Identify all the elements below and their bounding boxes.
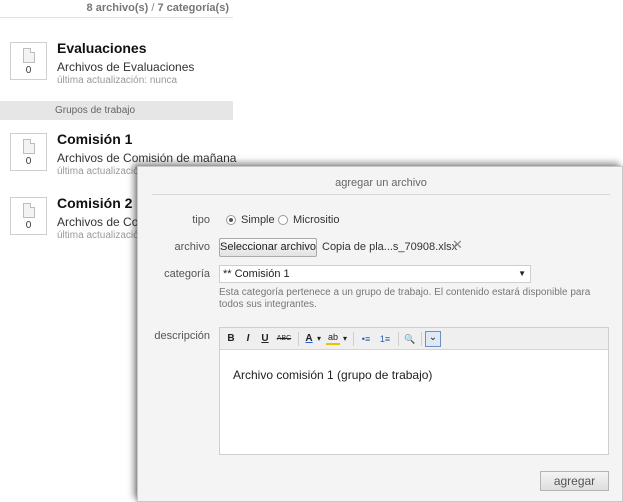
category-description: Archivos de Com (57, 215, 149, 229)
document-icon: 0 (10, 133, 47, 171)
file-count: 8 archivo(s) (86, 2, 149, 14)
chevron-down-icon: ▼ (518, 269, 526, 278)
category-title[interactable]: Evaluaciones (57, 40, 147, 56)
font-color-dropdown-icon[interactable]: ▾ (315, 331, 323, 347)
preview-icon[interactable]: 🔍 (402, 331, 418, 347)
collapse-toolbar-button[interactable]: ⌄ (425, 331, 441, 347)
toolbar-separator (398, 332, 399, 346)
toolbar-separator (421, 332, 422, 346)
tipo-label: tipo (192, 214, 210, 226)
category-description: Archivos de Comisión de mañana (57, 151, 237, 165)
categoria-label: categoría (164, 268, 210, 280)
category-file-count: 0 (25, 156, 32, 167)
bullet-list-button[interactable]: •≡ (358, 331, 374, 347)
archivo-label: archivo (174, 241, 210, 253)
category-last-update: última actualizació (57, 166, 139, 177)
select-file-button[interactable]: Seleccionar archivo (219, 238, 317, 257)
descripcion-label: descripción (154, 330, 210, 342)
category-description: Archivos de Evaluaciones (57, 60, 195, 74)
tipo-radio-micrositio[interactable] (278, 215, 288, 225)
file-icon (23, 139, 35, 154)
group-header: Grupos de trabajo (0, 101, 233, 120)
toolbar-separator (353, 332, 354, 346)
numbered-list-button[interactable]: 1≡ (377, 331, 393, 347)
category-count: 7 categoría(s) (157, 2, 229, 14)
category-title[interactable]: Comisión 2 (57, 195, 132, 211)
category-last-update: última actualizació (57, 230, 139, 241)
toolbar-separator (298, 332, 299, 346)
categoria-note: Esta categoría pertenece a un grupo de t… (219, 287, 591, 310)
editor-toolbar: B I U ABC A ▾ ab ▾ •≡ 1≡ 🔍 ⌄ (220, 328, 608, 350)
tipo-option-simple-label[interactable]: Simple (241, 214, 275, 226)
category-file-count: 0 (25, 220, 32, 231)
selected-file-name: Copia de pla...s_70908.xlsx (322, 241, 458, 253)
editor-content[interactable]: Archivo comisión 1 (grupo de trabajo) (233, 368, 432, 382)
category-item-evaluaciones[interactable]: 0 Evaluaciones Archivos de Evaluaciones … (10, 40, 240, 88)
document-icon: 0 (10, 197, 47, 235)
description-editor[interactable]: B I U ABC A ▾ ab ▾ •≡ 1≡ 🔍 ⌄ Archivo com… (219, 327, 609, 455)
tipo-radio-simple[interactable] (226, 215, 236, 225)
categoria-select[interactable]: ** Comisión 1 ▼ (219, 265, 531, 283)
add-file-dialog: agregar un archivo tipo Simple Micrositi… (137, 166, 623, 502)
categoria-selected-value: ** Comisión 1 (223, 268, 290, 280)
clear-file-icon[interactable]: ✕ (452, 237, 463, 253)
bold-button[interactable]: B (225, 331, 237, 347)
category-file-count: 0 (25, 65, 32, 76)
font-color-button[interactable]: A (303, 331, 315, 347)
document-icon: 0 (10, 42, 47, 80)
dialog-title: agregar un archivo (152, 167, 610, 195)
strikethrough-button[interactable]: ABC (275, 331, 293, 347)
file-icon (23, 203, 35, 218)
highlight-dropdown-icon[interactable]: ▾ (341, 331, 349, 347)
underline-button[interactable]: U (259, 331, 271, 347)
add-button[interactable]: agregar (540, 471, 609, 491)
category-title[interactable]: Comisión 1 (57, 131, 132, 147)
italic-button[interactable]: I (242, 331, 254, 347)
tipo-option-micrositio-label[interactable]: Micrositio (293, 214, 339, 226)
highlight-button[interactable]: ab (326, 331, 340, 345)
file-icon (23, 48, 35, 63)
files-summary: 8 archivo(s) / 7 categoría(s) (0, 0, 233, 18)
category-last-update: última actualización: nunca (57, 75, 178, 86)
